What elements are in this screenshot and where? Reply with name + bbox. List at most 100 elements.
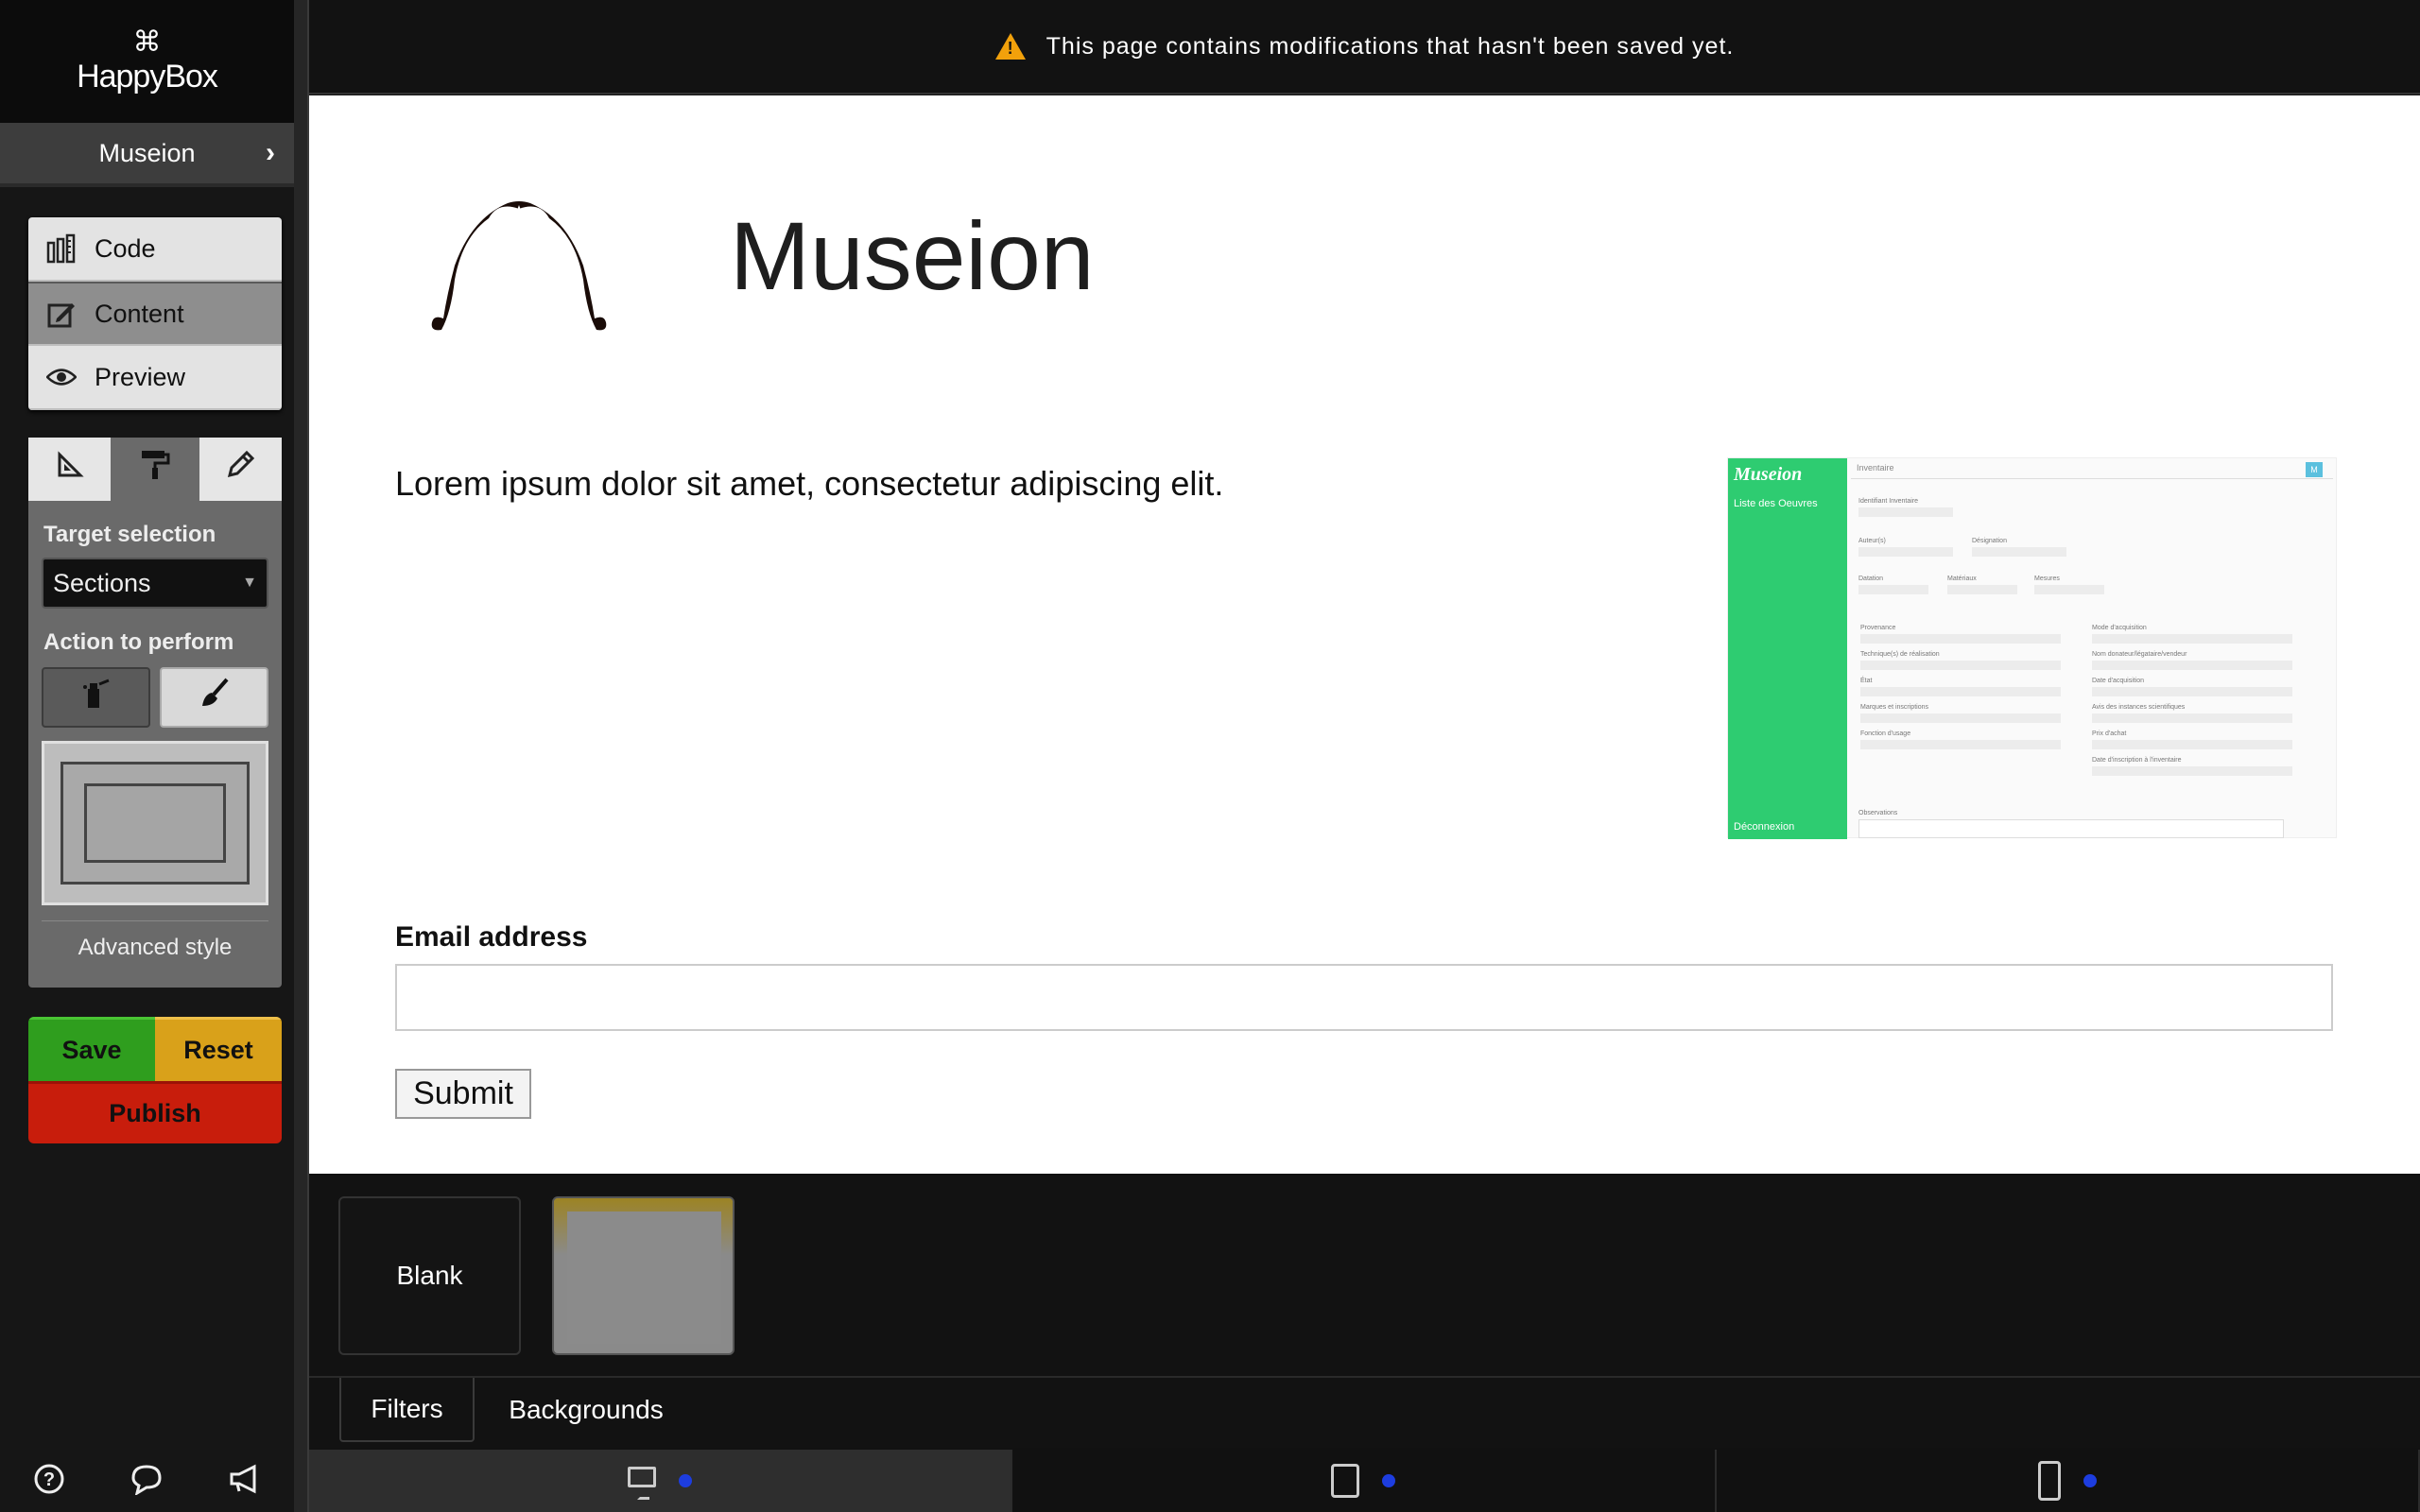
page-canvas: Museion Lorem ipsum dolor sit amet, cons… [309, 95, 2420, 1174]
mustache-logo-icon[interactable] [406, 190, 632, 351]
thumb-field-label: Désignation [1972, 538, 2007, 544]
thumb-field [1860, 740, 2061, 749]
thumb-field-label: Mode d'acquisition [2092, 625, 2147, 631]
page-title: Museion [730, 202, 1095, 310]
project-name: Museion [98, 138, 196, 167]
thumb-field-label: Technique(s) de réalisation [1860, 651, 1940, 658]
reset-button[interactable]: Reset [155, 1017, 282, 1081]
thumb-field [1860, 687, 2061, 696]
thumb-field [1858, 507, 1953, 517]
chat-icon[interactable] [126, 1458, 167, 1500]
mode-content-button[interactable]: Content [28, 282, 282, 346]
thumb-field-label: Prix d'achat [2092, 730, 2127, 737]
thumb-field [2092, 713, 2292, 723]
email-label: Email address [395, 921, 588, 953]
thumb-field-label: État [1860, 678, 1873, 684]
unsaved-changes-message: This page contains modifications that ha… [1046, 32, 1735, 60]
target-selection-value: Sections [53, 568, 151, 597]
save-actions: Save Reset Publish [28, 1017, 282, 1143]
tray-tabs: Filters Backgrounds [309, 1376, 2420, 1448]
mode-switcher: Code Content Preview [28, 217, 282, 410]
thumb-field-label: Provenance [1860, 625, 1896, 631]
thumb-field [1947, 585, 2017, 594]
preset-tile-swatch [567, 1211, 721, 1344]
preset-tile-blank[interactable]: Blank [338, 1196, 521, 1355]
help-icon[interactable]: ? [28, 1458, 70, 1500]
thumb-field-label: Matériaux [1947, 576, 1977, 582]
style-preview-inner-box [84, 783, 226, 863]
app-logo[interactable]: ⌘ HappyBox [0, 0, 294, 123]
thumb-brand: Museion [1734, 464, 1803, 485]
screenshot-image: Museion Liste des Oeuvres Déconnexion In… [1727, 457, 2337, 839]
thumb-field [1972, 547, 2066, 557]
paint-brush-icon [199, 678, 231, 718]
thumb-field-label: Auteur(s) [1858, 538, 1886, 544]
edit-icon [45, 298, 78, 330]
thumb-field [2034, 585, 2104, 594]
layout-tool-tab[interactable] [28, 438, 114, 501]
thumb-field [2092, 634, 2292, 644]
tab-filters[interactable]: Filters [339, 1378, 475, 1442]
thumb-tab: Inventaire [1857, 463, 1894, 472]
paint-roller-icon [140, 449, 170, 490]
device-indicator-dot [679, 1474, 693, 1487]
thumb-field [1860, 661, 2061, 670]
thumb-field [1858, 819, 2284, 838]
thumb-field-label: Date d'inscription à l'inventaire [2092, 757, 2182, 764]
style-tool-tab[interactable] [113, 438, 199, 501]
preset-tile-filter[interactable] [552, 1196, 735, 1355]
device-indicator-dot [1382, 1474, 1396, 1487]
thumb-field [2092, 766, 2292, 776]
eye-icon [45, 361, 78, 393]
mode-code-button[interactable]: Code [28, 217, 282, 282]
thumb-field [1860, 713, 2061, 723]
thumb-nav-item: Liste des Oeuvres [1734, 498, 1818, 509]
sidebar: ⌘ HappyBox Museion › Code Content Previe… [0, 0, 309, 1512]
email-field[interactable] [395, 964, 2333, 1031]
thumb-logout: Déconnexion [1734, 821, 1795, 833]
thumb-field-label: Datation [1858, 576, 1884, 582]
save-button[interactable]: Save [28, 1017, 155, 1081]
advanced-style-link[interactable]: Advanced style [42, 920, 268, 961]
device-phone-button[interactable] [1716, 1450, 2420, 1512]
publish-button[interactable]: Publish [28, 1081, 282, 1143]
device-tablet-button[interactable] [1012, 1450, 1717, 1512]
mode-preview-label: Preview [95, 362, 186, 391]
submit-button[interactable]: Submit [395, 1069, 531, 1119]
mode-preview-button[interactable]: Preview [28, 346, 282, 410]
sidebar-footer: ? [0, 1452, 294, 1506]
thumb-sidebar [1728, 458, 1847, 839]
pencil-tool-tab[interactable] [199, 438, 282, 501]
thumb-field-label: Fonction d'usage [1860, 730, 1911, 737]
unsaved-changes-banner: This page contains modifications that ha… [309, 0, 2420, 94]
device-desktop-button[interactable] [309, 1450, 1013, 1512]
thumb-field-label: Nom donateur/légataire/vendeur [2092, 651, 2187, 658]
thumb-field-label: Identifiant Inventaire [1858, 498, 1919, 505]
megaphone-icon[interactable] [224, 1458, 266, 1500]
spray-action-button[interactable] [42, 667, 150, 728]
warning-icon [994, 33, 1026, 60]
tab-backgrounds[interactable]: Backgrounds [489, 1378, 683, 1442]
pencil-icon [226, 450, 255, 488]
mode-code-label: Code [95, 233, 156, 263]
device-switcher [309, 1450, 2420, 1512]
caret-down-icon: ▼ [242, 575, 257, 591]
action-buttons [42, 667, 282, 728]
action-label: Action to perform [43, 629, 234, 655]
preset-tile-label: Blank [396, 1261, 463, 1290]
svg-text:?: ? [43, 1469, 55, 1490]
thumb-badge: M [2306, 462, 2323, 477]
style-preview[interactable] [42, 741, 268, 905]
thumb-field-label: Observations [1858, 810, 1898, 816]
happybox-logo-icon: ⌘ [132, 26, 162, 58]
thumb-field [2092, 687, 2292, 696]
sidebar-scroll-strip [294, 0, 307, 1512]
thumb-field-label: Marques et inscriptions [1860, 704, 1928, 711]
brush-action-button[interactable] [160, 667, 268, 728]
target-selection-dropdown[interactable]: Sections ▼ [42, 558, 268, 609]
tablet-icon [1331, 1464, 1360, 1498]
project-selector[interactable]: Museion › [0, 123, 294, 187]
thumb-field [1858, 547, 1953, 557]
desktop-icon [628, 1467, 657, 1500]
thumb-field [1858, 585, 1928, 594]
